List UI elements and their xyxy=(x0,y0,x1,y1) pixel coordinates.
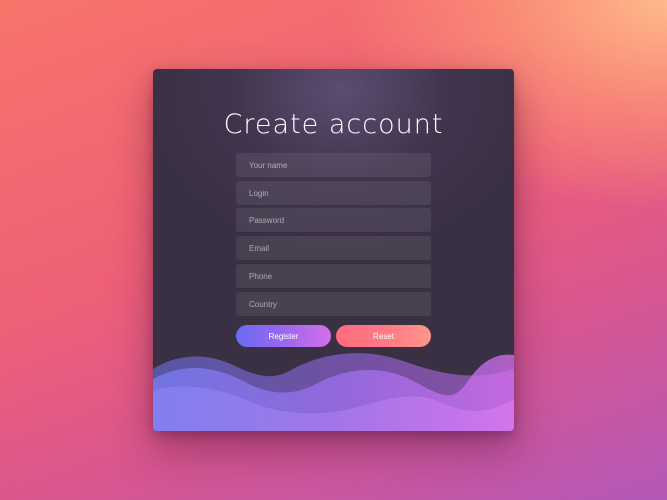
register-button[interactable]: Register xyxy=(236,325,331,347)
email-field[interactable] xyxy=(236,236,431,260)
create-account-card: Create account Register Reset xyxy=(153,69,514,431)
login-field[interactable] xyxy=(236,181,431,205)
decorative-waves xyxy=(153,353,514,431)
your-name-field[interactable] xyxy=(236,153,431,177)
password-field[interactable] xyxy=(236,208,431,232)
phone-field[interactable] xyxy=(236,264,431,288)
page-title: Create account xyxy=(223,109,444,140)
country-field[interactable] xyxy=(236,292,431,316)
reset-button[interactable]: Reset xyxy=(336,325,431,347)
